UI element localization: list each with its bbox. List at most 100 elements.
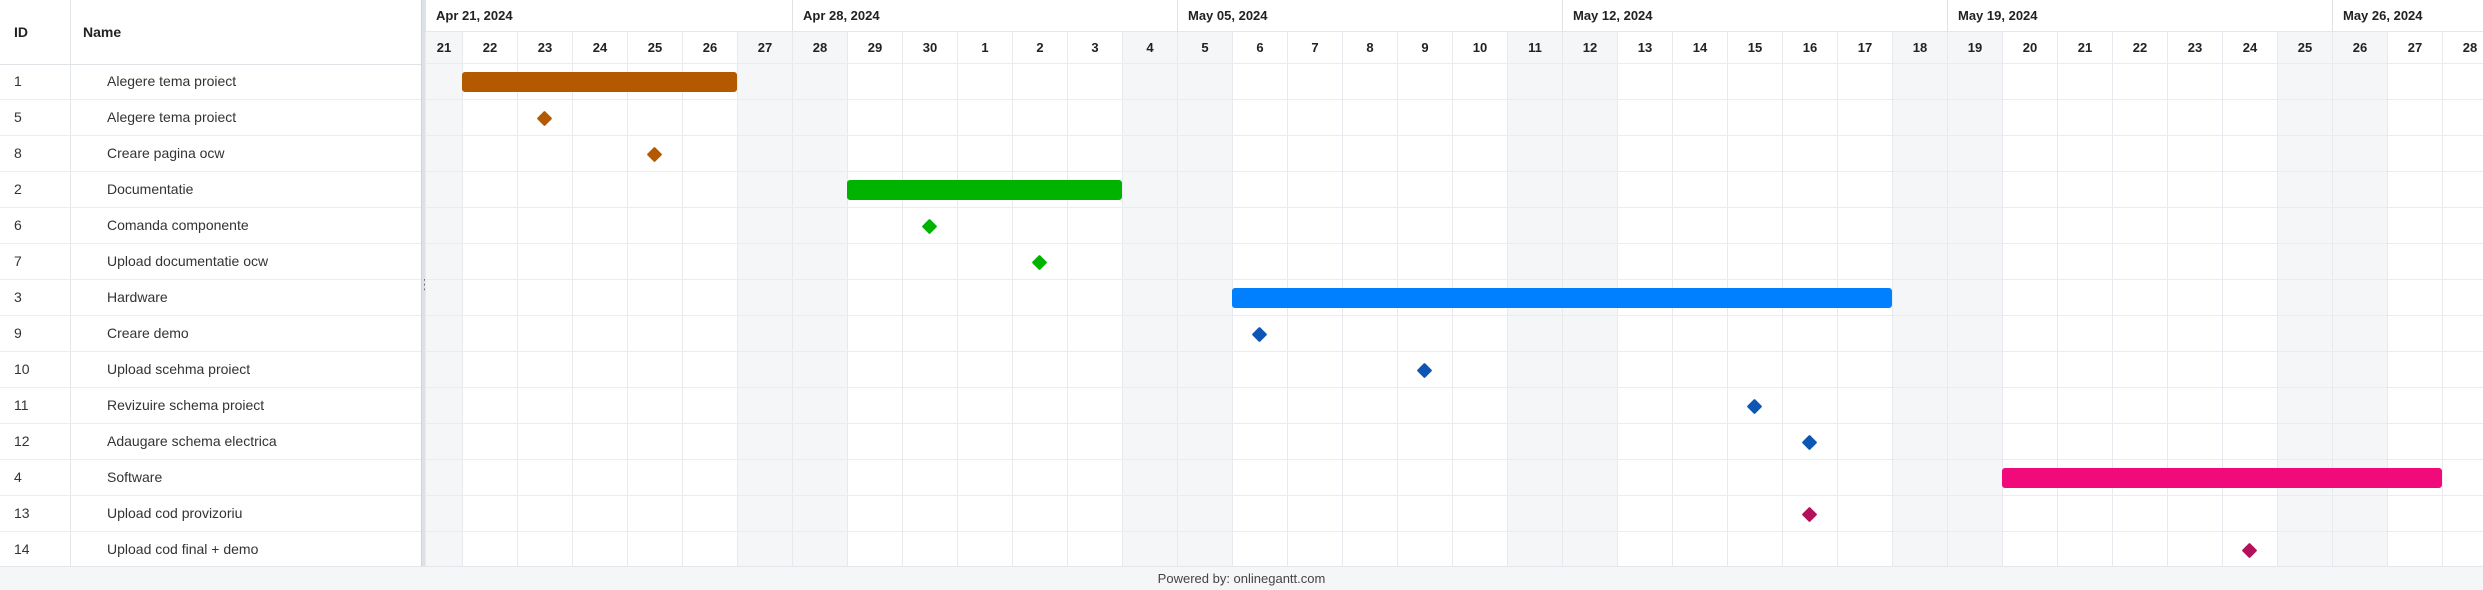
day-label: 22	[463, 32, 517, 64]
day-label: 12	[1563, 32, 1617, 64]
day-column: 3	[1067, 32, 1122, 566]
column-header-id[interactable]: ID	[14, 0, 28, 64]
day-column: 18	[1892, 32, 1947, 566]
day-label: 4	[1123, 32, 1177, 64]
task-bar[interactable]	[847, 180, 1122, 200]
day-label: 19	[1948, 32, 2002, 64]
row-line	[425, 243, 2483, 244]
day-column: 21	[425, 32, 462, 566]
task-row[interactable]: 7 Upload documentatie ocw	[0, 244, 421, 280]
row-line	[425, 459, 2483, 460]
task-row[interactable]: 2 Documentatie	[0, 172, 421, 208]
task-row[interactable]: 4 Software	[0, 460, 421, 496]
day-label: 2	[1013, 32, 1067, 64]
day-label: 23	[518, 32, 572, 64]
task-bar[interactable]	[2002, 468, 2442, 488]
column-header-name[interactable]: Name	[83, 0, 121, 64]
day-column: 27	[737, 32, 792, 566]
task-grid-header: ID Name	[0, 0, 421, 65]
task-id: 3	[14, 289, 22, 305]
day-label: 24	[2223, 32, 2277, 64]
day-column: 22	[462, 32, 517, 566]
week-label: May 05, 2024	[1177, 0, 1562, 32]
day-label: 23	[2168, 32, 2222, 64]
task-id: 2	[14, 181, 22, 197]
footer-credit: Powered by: onlinegantt.com	[0, 566, 2483, 590]
day-label: 25	[628, 32, 682, 64]
timeline-panel: 21 22 23 24 25 26 27 28 29 30 1 2 3 4 5 6 7 8 9 10 11 12 13 14 1…	[425, 0, 2483, 566]
row-line	[425, 531, 2483, 532]
day-column: 28	[2442, 32, 2483, 566]
task-name: Alegere tema proiect	[107, 73, 237, 89]
task-row[interactable]: 14 Upload cod final + demo	[0, 532, 421, 568]
day-label: 8	[1343, 32, 1397, 64]
row-line	[425, 171, 2483, 172]
task-name: Alegere tema proiect	[107, 109, 237, 125]
row-line	[425, 99, 2483, 100]
task-id: 8	[14, 145, 22, 161]
day-label: 27	[2388, 32, 2442, 64]
task-grid: ID Name 1 Alegere tema proiect 5 Alegere te…	[0, 0, 421, 568]
day-column: 2	[1012, 32, 1067, 566]
task-name: Software	[107, 469, 163, 485]
day-column: 26	[682, 32, 737, 566]
task-name: Upload documentatie ocw	[107, 253, 269, 269]
task-name: Documentatie	[107, 181, 194, 197]
week-label: May 19, 2024	[1947, 0, 2332, 32]
day-label: 20	[2003, 32, 2057, 64]
day-label: 13	[1618, 32, 1672, 64]
week-label: May 26, 2024	[2332, 0, 2483, 32]
day-label: 5	[1178, 32, 1232, 64]
task-id: 5	[14, 109, 22, 125]
task-row[interactable]: 6 Comanda componente	[0, 208, 421, 244]
day-label: 21	[2058, 32, 2112, 64]
day-label: 14	[1673, 32, 1727, 64]
task-row[interactable]: 10 Upload scehma proiect	[0, 352, 421, 388]
task-id: 1	[14, 73, 22, 89]
task-id: 9	[14, 325, 22, 341]
row-line	[425, 351, 2483, 352]
day-label: 18	[1893, 32, 1947, 64]
row-line	[425, 315, 2483, 316]
week-label: Apr 28, 2024	[792, 0, 1177, 32]
day-label: 9	[1398, 32, 1452, 64]
task-bar[interactable]	[1232, 288, 1892, 308]
task-row[interactable]: 8 Creare pagina ocw	[0, 136, 421, 172]
day-label: 27	[738, 32, 792, 64]
task-name: Upload cod final + demo	[107, 541, 259, 557]
task-name: Upload cod provizoriu	[107, 505, 243, 521]
task-id: 4	[14, 469, 22, 485]
day-column: 30	[902, 32, 957, 566]
task-row[interactable]: 5 Alegere tema proiect	[0, 100, 421, 136]
row-line	[425, 63, 2483, 64]
row-line	[425, 207, 2483, 208]
task-row[interactable]: 12 Adaugare schema electrica	[0, 424, 421, 460]
day-label: 15	[1728, 32, 1782, 64]
day-label: 24	[573, 32, 627, 64]
task-name: Adaugare schema electrica	[107, 433, 277, 449]
task-name: Comanda componente	[107, 217, 249, 233]
day-label: 7	[1288, 32, 1342, 64]
day-column: 19	[1947, 32, 2002, 566]
task-row[interactable]: 3 Hardware	[0, 280, 421, 316]
day-label: 6	[1233, 32, 1287, 64]
task-id: 6	[14, 217, 22, 233]
day-label: 21	[426, 32, 462, 64]
row-line	[425, 135, 2483, 136]
task-row[interactable]: 1 Alegere tema proiect	[0, 64, 421, 100]
task-name: Creare demo	[107, 325, 189, 341]
task-id: 10	[14, 361, 30, 377]
task-row[interactable]: 11 Revizuire schema proiect	[0, 388, 421, 424]
task-row[interactable]: 13 Upload cod provizoriu	[0, 496, 421, 532]
task-row[interactable]: 9 Creare demo	[0, 316, 421, 352]
day-column: 1	[957, 32, 1012, 566]
task-bar[interactable]	[462, 72, 737, 92]
row-line	[425, 423, 2483, 424]
week-label: May 12, 2024	[1562, 0, 1947, 32]
task-name: Upload scehma proiect	[107, 361, 251, 377]
day-label: 26	[683, 32, 737, 64]
day-label: 28	[793, 32, 847, 64]
task-id: 7	[14, 253, 22, 269]
day-label: 22	[2113, 32, 2167, 64]
task-id: 14	[14, 541, 30, 557]
